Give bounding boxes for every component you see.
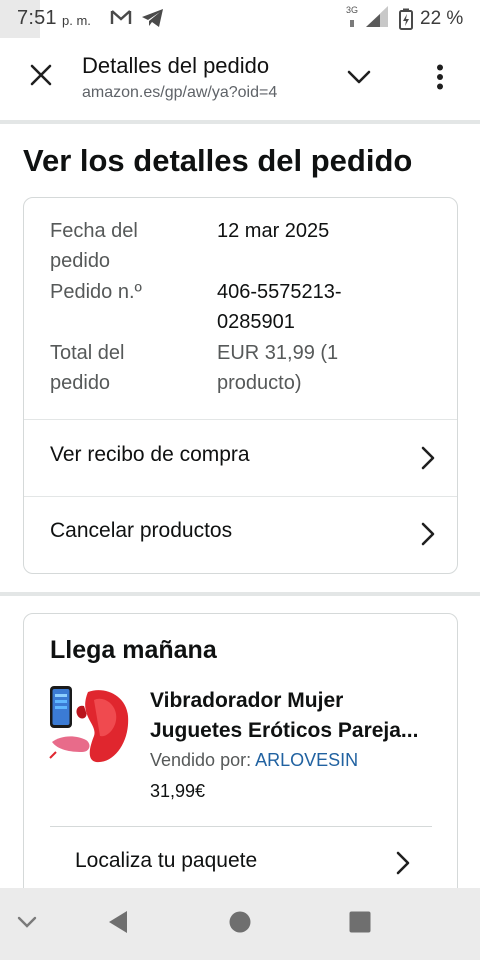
nav-home-button[interactable] — [222, 906, 258, 942]
tab-title: Detalles del pedido — [82, 53, 270, 78]
product-title-link[interactable]: Vibradorador Mujer Juguetes Eróticos Par… — [150, 686, 440, 746]
chevron-right-icon — [419, 520, 437, 548]
more-options-button[interactable] — [422, 60, 458, 98]
status-time: 7:51 — [17, 7, 57, 29]
track-package-link[interactable]: Localiza tu paquete — [50, 827, 432, 897]
expand-button[interactable] — [340, 62, 378, 96]
view-receipt-label: Ver recibo de compra — [50, 443, 250, 466]
chevron-right-icon — [394, 849, 412, 877]
order-number-value: 406-5575213-0285901 — [217, 281, 342, 333]
chevron-right-icon — [419, 444, 437, 472]
recents-square-icon — [349, 911, 371, 938]
telegram-icon — [141, 8, 165, 33]
browser-header: Detalles del pedido amazon.es/gp/aw/ya?o… — [0, 38, 480, 120]
cancel-products-link[interactable]: Cancelar productos — [24, 496, 457, 572]
status-bar: 7:51 p. m. 3G 22 % — [0, 0, 480, 38]
close-button[interactable] — [22, 58, 60, 96]
cancel-products-label: Cancelar productos — [50, 519, 233, 542]
home-circle-icon — [229, 911, 251, 938]
close-icon — [30, 64, 52, 91]
battery-percent: 22 % — [420, 8, 464, 29]
gmail-icon — [110, 8, 132, 31]
sold-by-label: Vendido por: — [150, 750, 252, 770]
more-vert-icon — [436, 64, 444, 95]
order-total-label: Total del pedido — [50, 342, 125, 394]
order-details-card: Fecha del pedido 12 mar 2025 Pedido n.º … — [23, 197, 458, 574]
product-image[interactable] — [48, 686, 132, 770]
product-title-line2: Juguetes Eróticos Pareja... — [150, 719, 419, 742]
order-total-value: EUR 31,99 (1 producto) — [217, 342, 339, 394]
nav-back-button[interactable] — [100, 906, 136, 942]
back-triangle-icon — [107, 910, 129, 939]
system-nav-bar — [0, 888, 480, 960]
order-date-label: Fecha del pedido — [50, 220, 138, 272]
delivery-status: Llega mañana — [50, 636, 217, 664]
status-ampm: p. m. — [62, 13, 91, 28]
track-package-label: Localiza tu paquete — [75, 849, 258, 872]
sold-by: Vendido por: ARLOVESIN — [150, 750, 358, 771]
chevron-down-icon — [17, 915, 37, 933]
product-title-line1: Vibradorador Mujer — [150, 689, 344, 712]
shipment-card: Llega mañana Vibradorador Mujer Juguetes… — [23, 613, 458, 903]
nav-recents-button[interactable] — [342, 906, 378, 942]
header-divider — [0, 120, 480, 124]
view-receipt-link[interactable]: Ver recibo de compra — [24, 420, 457, 496]
order-date-value: 12 mar 2025 — [217, 220, 330, 242]
product-price: 31,99€ — [150, 781, 206, 801]
page-title: Ver los detalles del pedido — [23, 143, 413, 178]
battery-icon — [399, 8, 413, 35]
chevron-down-icon — [347, 70, 371, 89]
nav-hide-button[interactable] — [9, 906, 45, 942]
order-number-label: Pedido n.º — [50, 281, 142, 303]
section-divider — [0, 592, 480, 596]
url-text[interactable]: amazon.es/gp/aw/ya?oid=4 — [82, 84, 318, 102]
signal-icon — [348, 6, 388, 33]
seller-link[interactable]: ARLOVESIN — [255, 750, 358, 770]
